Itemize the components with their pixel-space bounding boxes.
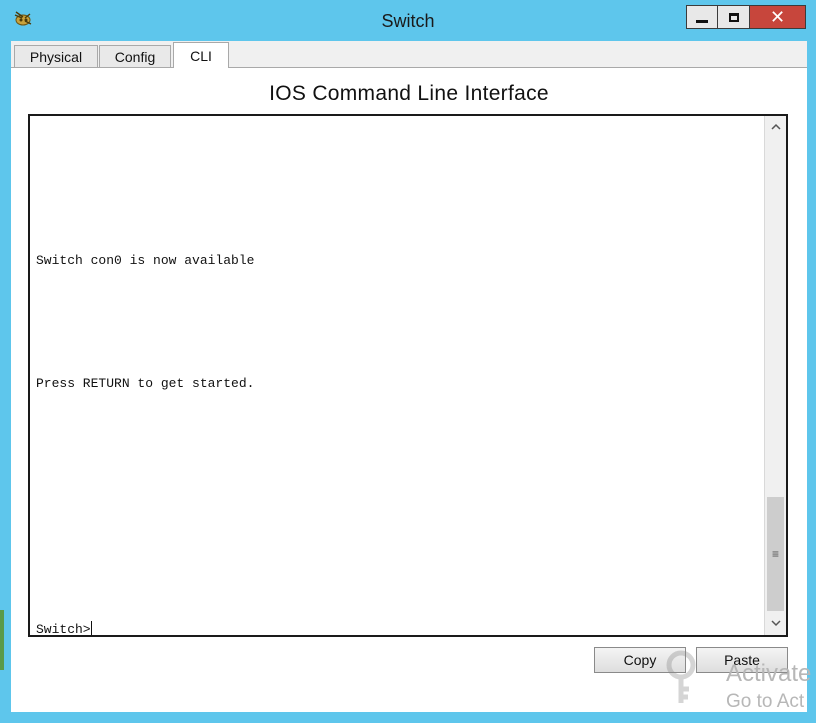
tab-physical[interactable]: Physical xyxy=(14,45,98,67)
terminal-prompt[interactable]: Switch> xyxy=(36,621,92,637)
cli-terminal[interactable]: Switch con0 is now available Press RETUR… xyxy=(28,114,788,637)
close-icon: ✕ xyxy=(769,7,786,27)
key-icon xyxy=(659,647,719,707)
panel-title: IOS Command Line Interface xyxy=(269,82,549,105)
text-cursor xyxy=(90,621,92,635)
minimize-button[interactable] xyxy=(686,5,718,29)
scroll-thumb[interactable]: ≡ xyxy=(767,497,784,611)
close-button[interactable]: ✕ xyxy=(750,5,806,29)
minimize-icon xyxy=(696,19,708,23)
tab-strip: Physical Config CLI xyxy=(11,41,807,68)
activation-watermark: Activate xyxy=(726,660,812,687)
maximize-icon xyxy=(728,12,739,22)
chevron-down-icon xyxy=(770,618,781,630)
desktop-edge xyxy=(0,610,4,670)
terminal-line: Press RETURN to get started. xyxy=(36,376,255,391)
app-window: Switch ✕ Physical Config CLI IOS Command… xyxy=(0,0,816,723)
tab-config[interactable]: Config xyxy=(99,45,171,67)
window-client: Physical Config CLI IOS Command Line Int… xyxy=(11,41,811,712)
maximize-button[interactable] xyxy=(718,5,750,29)
chevron-up-icon xyxy=(770,121,781,133)
activation-watermark-subtext: Go to Act xyxy=(726,691,805,712)
prompt-text: Switch> xyxy=(36,622,91,637)
terminal-line: Switch con0 is now available xyxy=(36,253,255,268)
grip-icon: ≡ xyxy=(771,547,779,561)
vertical-scrollbar[interactable]: ≡ xyxy=(764,116,786,635)
scroll-down-button[interactable] xyxy=(765,613,786,635)
title-bar[interactable]: Switch ✕ xyxy=(0,0,816,40)
tab-cli[interactable]: CLI xyxy=(173,42,229,68)
scroll-up-button[interactable] xyxy=(765,116,786,138)
